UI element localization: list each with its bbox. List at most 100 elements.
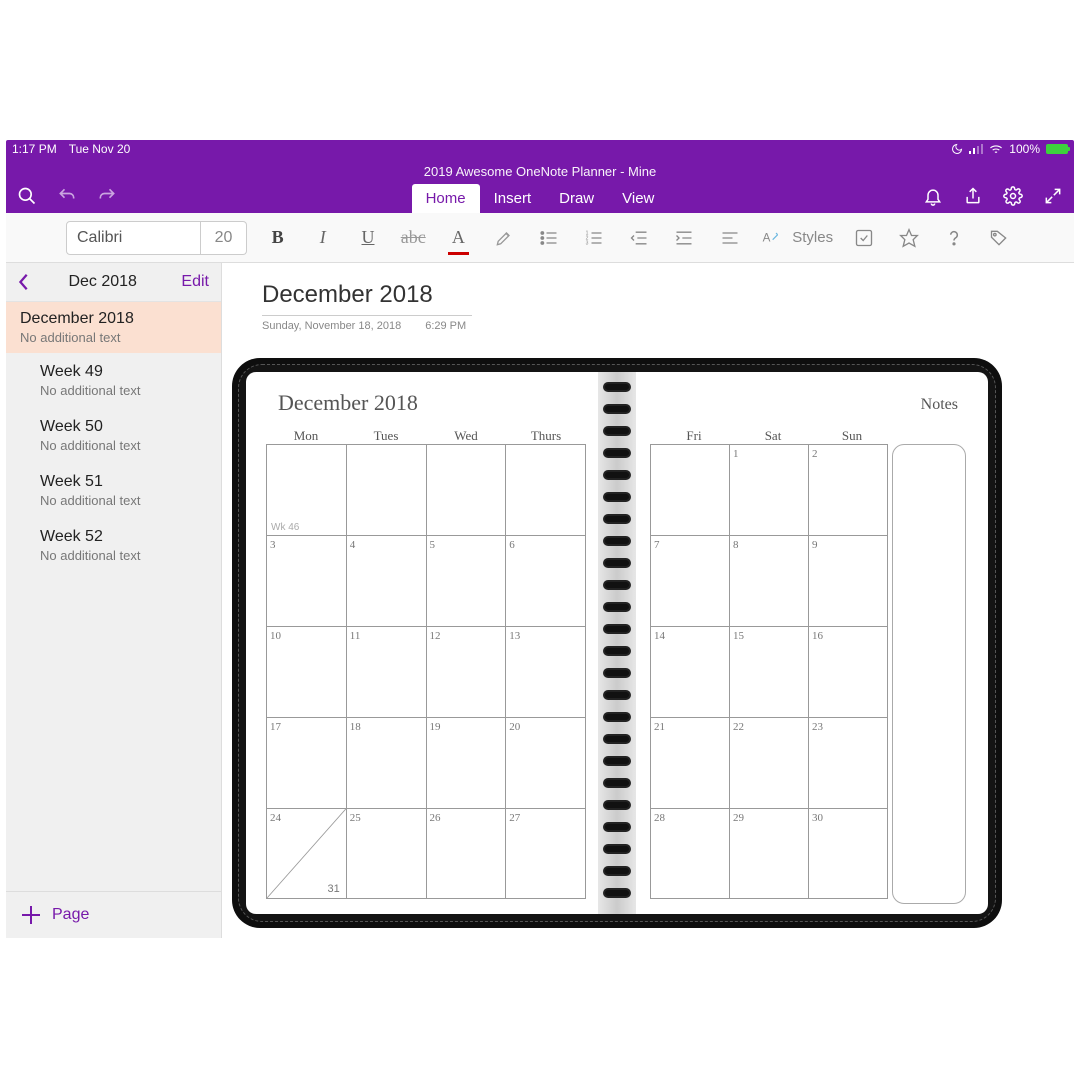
font-color-button[interactable]: A (444, 223, 473, 253)
calendar-cell: 8 (729, 535, 808, 626)
redo-icon[interactable] (96, 185, 118, 207)
signal-icon (969, 144, 983, 154)
title-underline (262, 315, 472, 316)
question-button[interactable] (940, 223, 969, 253)
calendar-cell: 21 (650, 717, 729, 808)
search-icon[interactable] (16, 185, 38, 207)
sidebar-item-label: Week 50 (40, 418, 207, 436)
calendar-cell: 14 (650, 626, 729, 717)
sidebar-item-subtext: No additional text (40, 548, 207, 563)
todo-button[interactable] (849, 223, 878, 253)
sidebar-item[interactable]: Week 49No additional text (6, 353, 221, 408)
day-header: Thurs (526, 428, 566, 444)
strikethrough-button[interactable]: abc (399, 223, 428, 253)
calendar-cell: 16 (808, 626, 888, 717)
tab-draw[interactable]: Draw (545, 184, 608, 213)
sidebar-item[interactable]: December 2018 No additional text (6, 302, 221, 353)
planner-image[interactable]: December 2018 Wk 46345610111213171819202… (232, 358, 1002, 928)
calendar-cell: 4 (346, 535, 426, 626)
section-title: Dec 2018 (34, 273, 171, 291)
calendar-cell: 10 (266, 626, 346, 717)
overflow-day: 31 (328, 883, 340, 895)
day-header: Wed (446, 428, 486, 444)
page-canvas[interactable]: December 2018 Sunday, November 18, 2018 … (222, 263, 1074, 938)
settings-icon[interactable] (1002, 185, 1024, 207)
fullscreen-icon[interactable] (1042, 185, 1064, 207)
spiral-binding (598, 372, 636, 914)
font-name-input[interactable]: Calibri (66, 221, 201, 255)
calendar-cell: 26 (426, 808, 506, 899)
day-header: Fri (674, 428, 714, 444)
calendar-cell: 7 (650, 535, 729, 626)
svg-text:A: A (763, 231, 771, 244)
bold-button[interactable]: B (263, 223, 292, 253)
sidebar-item-label: Week 51 (40, 473, 207, 491)
page-date: Sunday, November 18, 2018 (262, 320, 401, 332)
status-date: Tue Nov 20 (69, 142, 131, 156)
tag-button[interactable] (985, 223, 1014, 253)
styles-label[interactable]: Styles (792, 229, 833, 246)
italic-button[interactable]: I (308, 223, 337, 253)
day-header: Sat (753, 428, 793, 444)
highlight-button[interactable] (489, 223, 518, 253)
sidebar-item-subtext: No additional text (40, 438, 207, 453)
notes-label: Notes (921, 396, 958, 414)
calendar-cell: 19 (426, 717, 506, 808)
plus-icon (22, 906, 40, 924)
sidebar-item[interactable]: Week 52 No additional text (6, 518, 221, 573)
calendar-cell: 30 (808, 808, 888, 899)
calendar-cell: 18 (346, 717, 426, 808)
bell-icon[interactable] (922, 185, 944, 207)
add-page-button[interactable]: Page (6, 891, 221, 938)
align-button[interactable] (715, 223, 744, 253)
day-header: Mon (286, 428, 326, 444)
sidebar-item-label: Week 52 (40, 528, 207, 546)
tab-home[interactable]: Home (412, 184, 480, 213)
sidebar-item[interactable]: Week 50 No additional text (6, 408, 221, 463)
battery-text: 100% (1009, 142, 1040, 156)
calendar-cell (650, 444, 729, 535)
number-list-button[interactable]: 123 (579, 223, 608, 253)
calendar-cell (505, 444, 586, 535)
calendar-cell: 9 (808, 535, 888, 626)
wifi-icon (989, 144, 1003, 154)
calendar-cell: 28 (650, 808, 729, 899)
bullet-list-button[interactable] (534, 223, 563, 253)
status-bar: 1:17 PM Tue Nov 20 100% (6, 140, 1074, 158)
add-page-label: Page (52, 906, 89, 924)
calendar-cell: 29 (729, 808, 808, 899)
page-sidebar: Dec 2018 Edit December 2018 No additional… (6, 263, 222, 938)
sidebar-item-subtext: No additional text (20, 330, 207, 345)
outdent-button[interactable] (625, 223, 654, 253)
calendar-cell: 27 (505, 808, 586, 899)
back-icon[interactable] (18, 273, 30, 291)
sidebar-item-subtext: No additional text (40, 383, 207, 398)
page-time: 6:29 PM (425, 320, 466, 332)
star-button[interactable] (894, 223, 923, 253)
underline-button[interactable]: U (353, 223, 382, 253)
calendar-cell: 6 (505, 535, 586, 626)
tab-insert[interactable]: Insert (480, 184, 546, 213)
sidebar-item[interactable]: Week 51No additional text (6, 463, 221, 518)
dnd-icon (951, 143, 963, 155)
tab-view[interactable]: View (608, 184, 668, 213)
share-icon[interactable] (962, 185, 984, 207)
status-time: 1:17 PM (12, 142, 57, 156)
calendar-cell: 11 (346, 626, 426, 717)
calendar-cell: 23 (808, 717, 888, 808)
undo-icon[interactable] (56, 185, 78, 207)
calendar-cell: 3 (266, 535, 346, 626)
day-header: Tues (366, 428, 406, 444)
svg-text:3: 3 (586, 240, 589, 246)
styles-button[interactable]: A (760, 223, 782, 253)
font-size-input[interactable]: 20 (201, 221, 247, 255)
sidebar-item-label: December 2018 (20, 310, 207, 328)
document-title: 2019 Awesome OneNote Planner - Mine (6, 158, 1074, 179)
calendar-cell: 2 (808, 444, 888, 535)
calendar-cell: 13 (505, 626, 586, 717)
page-title[interactable]: December 2018 (262, 281, 1064, 309)
edit-button[interactable]: Edit (181, 273, 209, 291)
calendar-cell: 5 (426, 535, 506, 626)
calendar-cell: 2431 (266, 808, 346, 899)
indent-button[interactable] (670, 223, 699, 253)
